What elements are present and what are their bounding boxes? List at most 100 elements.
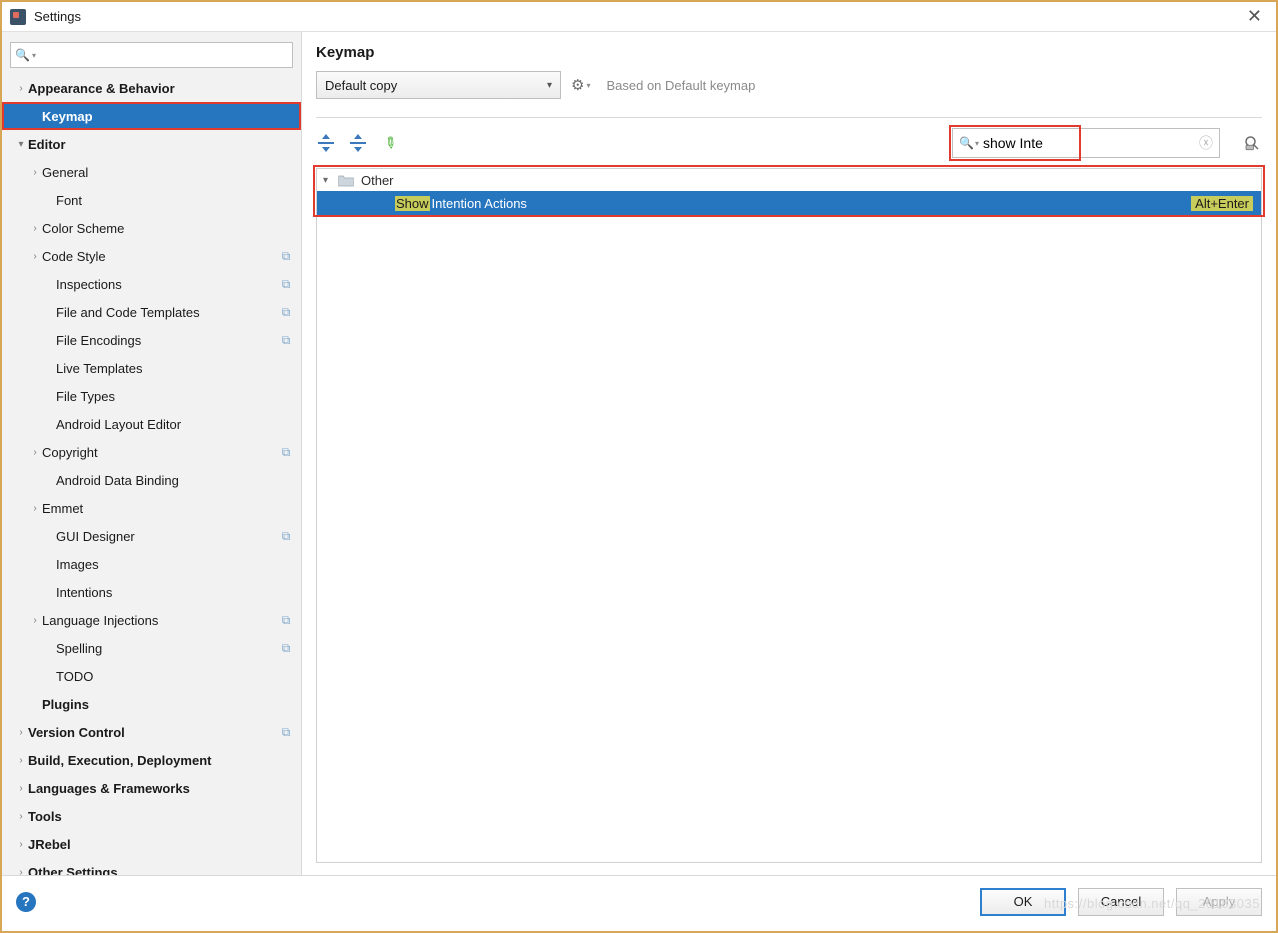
scheme-scope-icon: ⧉: [279, 641, 293, 655]
tree-group-other[interactable]: ▾ Other: [317, 169, 1261, 191]
sidebar-item-label: Font: [56, 193, 293, 208]
sidebar-search-wrap: 🔍 ▾: [2, 38, 301, 74]
page-title: Keymap: [316, 44, 1262, 61]
scheme-scope-icon: ⧉: [279, 725, 293, 739]
sidebar-item-editor[interactable]: ▾Editor: [2, 130, 301, 158]
keymap-scheme-row: Default copy ▾ ⚙ ▾ Based on Default keym…: [316, 71, 1262, 99]
sidebar-item-label: Images: [56, 557, 293, 572]
sidebar-item-color-scheme[interactable]: ›Color Scheme: [2, 214, 301, 242]
chevron-right-icon: ›: [28, 503, 42, 514]
action-match-text: Show: [395, 196, 430, 211]
sidebar-item-general[interactable]: ›General: [2, 158, 301, 186]
chevron-down-icon[interactable]: ▾: [975, 139, 979, 148]
sidebar-item-tools[interactable]: ›Tools: [2, 802, 301, 830]
sidebar-item-android-data-binding[interactable]: ›Android Data Binding: [2, 466, 301, 494]
edit-action-button[interactable]: ✎: [380, 133, 400, 153]
content: Keymap Default copy ▾ ⚙ ▾ Based on Defau…: [302, 32, 1276, 875]
sidebar-item-plugins[interactable]: ›Plugins: [2, 690, 301, 718]
sidebar-item-inspections[interactable]: ›Inspections⧉: [2, 270, 301, 298]
titlebar: Settings ✕: [2, 2, 1276, 32]
sidebar-item-live-templates[interactable]: ›Live Templates: [2, 354, 301, 382]
divider: [316, 117, 1262, 118]
scheme-scope-icon: ⧉: [279, 613, 293, 627]
chevron-down-icon: ▾: [323, 175, 337, 186]
sidebar-item-spelling[interactable]: ›Spelling⧉: [2, 634, 301, 662]
keymap-scheme-combo[interactable]: Default copy ▾: [316, 71, 561, 99]
chevron-right-icon: ›: [14, 811, 28, 822]
ok-button[interactable]: OK: [980, 888, 1066, 916]
sidebar-item-keymap[interactable]: ›Keymap: [2, 102, 301, 130]
chevron-right-icon: ›: [14, 727, 28, 738]
cancel-button[interactable]: Cancel: [1078, 888, 1164, 916]
close-icon[interactable]: ✕: [1241, 6, 1268, 27]
sidebar-item-copyright[interactable]: ›Copyright⧉: [2, 438, 301, 466]
window-title: Settings: [34, 9, 1241, 24]
sidebar-search-input[interactable]: [40, 48, 288, 63]
pencil-icon: ✎: [379, 132, 400, 154]
expand-all-button[interactable]: [316, 133, 336, 153]
sidebar-item-languages-frameworks[interactable]: ›Languages & Frameworks: [2, 774, 301, 802]
collapse-all-icon: [350, 135, 366, 151]
sidebar-item-label: GUI Designer: [56, 529, 279, 544]
sidebar-item-label: Intentions: [56, 585, 293, 600]
sidebar-item-label: Plugins: [42, 697, 293, 712]
action-shortcut: Alt+Enter: [1191, 196, 1253, 211]
sidebar-item-label: TODO: [56, 669, 293, 684]
sidebar-item-label: Copyright: [42, 445, 279, 460]
keymap-scheme-actions[interactable]: ⚙ ▾: [571, 76, 590, 94]
sidebar-tree: ›Appearance & Behavior›Keymap▾Editor›Gen…: [2, 74, 301, 875]
action-search[interactable]: 🔍 ▾ ⓧ: [952, 128, 1220, 158]
scheme-scope-icon: ⧉: [279, 305, 293, 319]
sidebar-item-label: File and Code Templates: [56, 305, 279, 320]
action-show-intention-actions[interactable]: Show Intention Actions Alt+Enter: [317, 191, 1261, 215]
sidebar-item-label: Appearance & Behavior: [28, 81, 293, 96]
sidebar-item-file-and-code-templates[interactable]: ›File and Code Templates⧉: [2, 298, 301, 326]
action-rest-text: Intention Actions: [432, 196, 527, 211]
sidebar-item-appearance-behavior[interactable]: ›Appearance & Behavior: [2, 74, 301, 102]
find-by-shortcut-button[interactable]: [1242, 133, 1262, 153]
scheme-scope-icon: ⧉: [279, 529, 293, 543]
scheme-scope-icon: ⧉: [279, 445, 293, 459]
chevron-right-icon: ›: [28, 447, 42, 458]
sidebar-item-gui-designer[interactable]: ›GUI Designer⧉: [2, 522, 301, 550]
sidebar-item-label: Other Settings: [28, 865, 293, 876]
action-search-input[interactable]: [983, 135, 1199, 151]
sidebar-item-jrebel[interactable]: ›JRebel: [2, 830, 301, 858]
sidebar-item-version-control[interactable]: ›Version Control⧉: [2, 718, 301, 746]
based-on-label: Based on Default keymap: [606, 78, 755, 93]
sidebar: 🔍 ▾ ›Appearance & Behavior›Keymap▾Editor…: [2, 32, 302, 875]
chevron-right-icon: ›: [28, 251, 42, 262]
sidebar-item-code-style[interactable]: ›Code Style⧉: [2, 242, 301, 270]
sidebar-item-label: Spelling: [56, 641, 279, 656]
sidebar-item-emmet[interactable]: ›Emmet: [2, 494, 301, 522]
scheme-scope-icon: ⧉: [279, 249, 293, 263]
expand-all-icon: [318, 135, 334, 151]
collapse-all-button[interactable]: [348, 133, 368, 153]
sidebar-item-other-settings[interactable]: ›Other Settings: [2, 858, 301, 875]
sidebar-item-file-types[interactable]: ›File Types: [2, 382, 301, 410]
scheme-scope-icon: ⧉: [279, 277, 293, 291]
keymap-toolbar: ✎ 🔍 ▾ ⓧ: [316, 128, 1262, 158]
sidebar-item-todo[interactable]: ›TODO: [2, 662, 301, 690]
apply-button[interactable]: Apply: [1176, 888, 1262, 916]
sidebar-search[interactable]: 🔍 ▾: [10, 42, 293, 68]
gear-icon: ⚙: [571, 76, 584, 94]
sidebar-item-label: Live Templates: [56, 361, 293, 376]
dialog-footer: ? OK Cancel Apply: [2, 875, 1276, 927]
sidebar-item-android-layout-editor[interactable]: ›Android Layout Editor: [2, 410, 301, 438]
help-button[interactable]: ?: [16, 892, 36, 912]
sidebar-item-font[interactable]: ›Font: [2, 186, 301, 214]
actions-tree[interactable]: ▾ Other Show Intention Actions Alt+Enter: [316, 168, 1262, 863]
sidebar-item-file-encodings[interactable]: ›File Encodings⧉: [2, 326, 301, 354]
app-icon: [10, 9, 26, 25]
sidebar-item-intentions[interactable]: ›Intentions: [2, 578, 301, 606]
sidebar-item-label: File Encodings: [56, 333, 279, 348]
sidebar-item-language-injections[interactable]: ›Language Injections⧉: [2, 606, 301, 634]
sidebar-item-label: Languages & Frameworks: [28, 781, 293, 796]
sidebar-item-label: File Types: [56, 389, 293, 404]
sidebar-item-build-execution-deployment[interactable]: ›Build, Execution, Deployment: [2, 746, 301, 774]
chevron-down-icon[interactable]: ▾: [32, 51, 36, 60]
sidebar-item-label: Version Control: [28, 725, 279, 740]
clear-icon[interactable]: ⓧ: [1199, 133, 1213, 153]
sidebar-item-images[interactable]: ›Images: [2, 550, 301, 578]
